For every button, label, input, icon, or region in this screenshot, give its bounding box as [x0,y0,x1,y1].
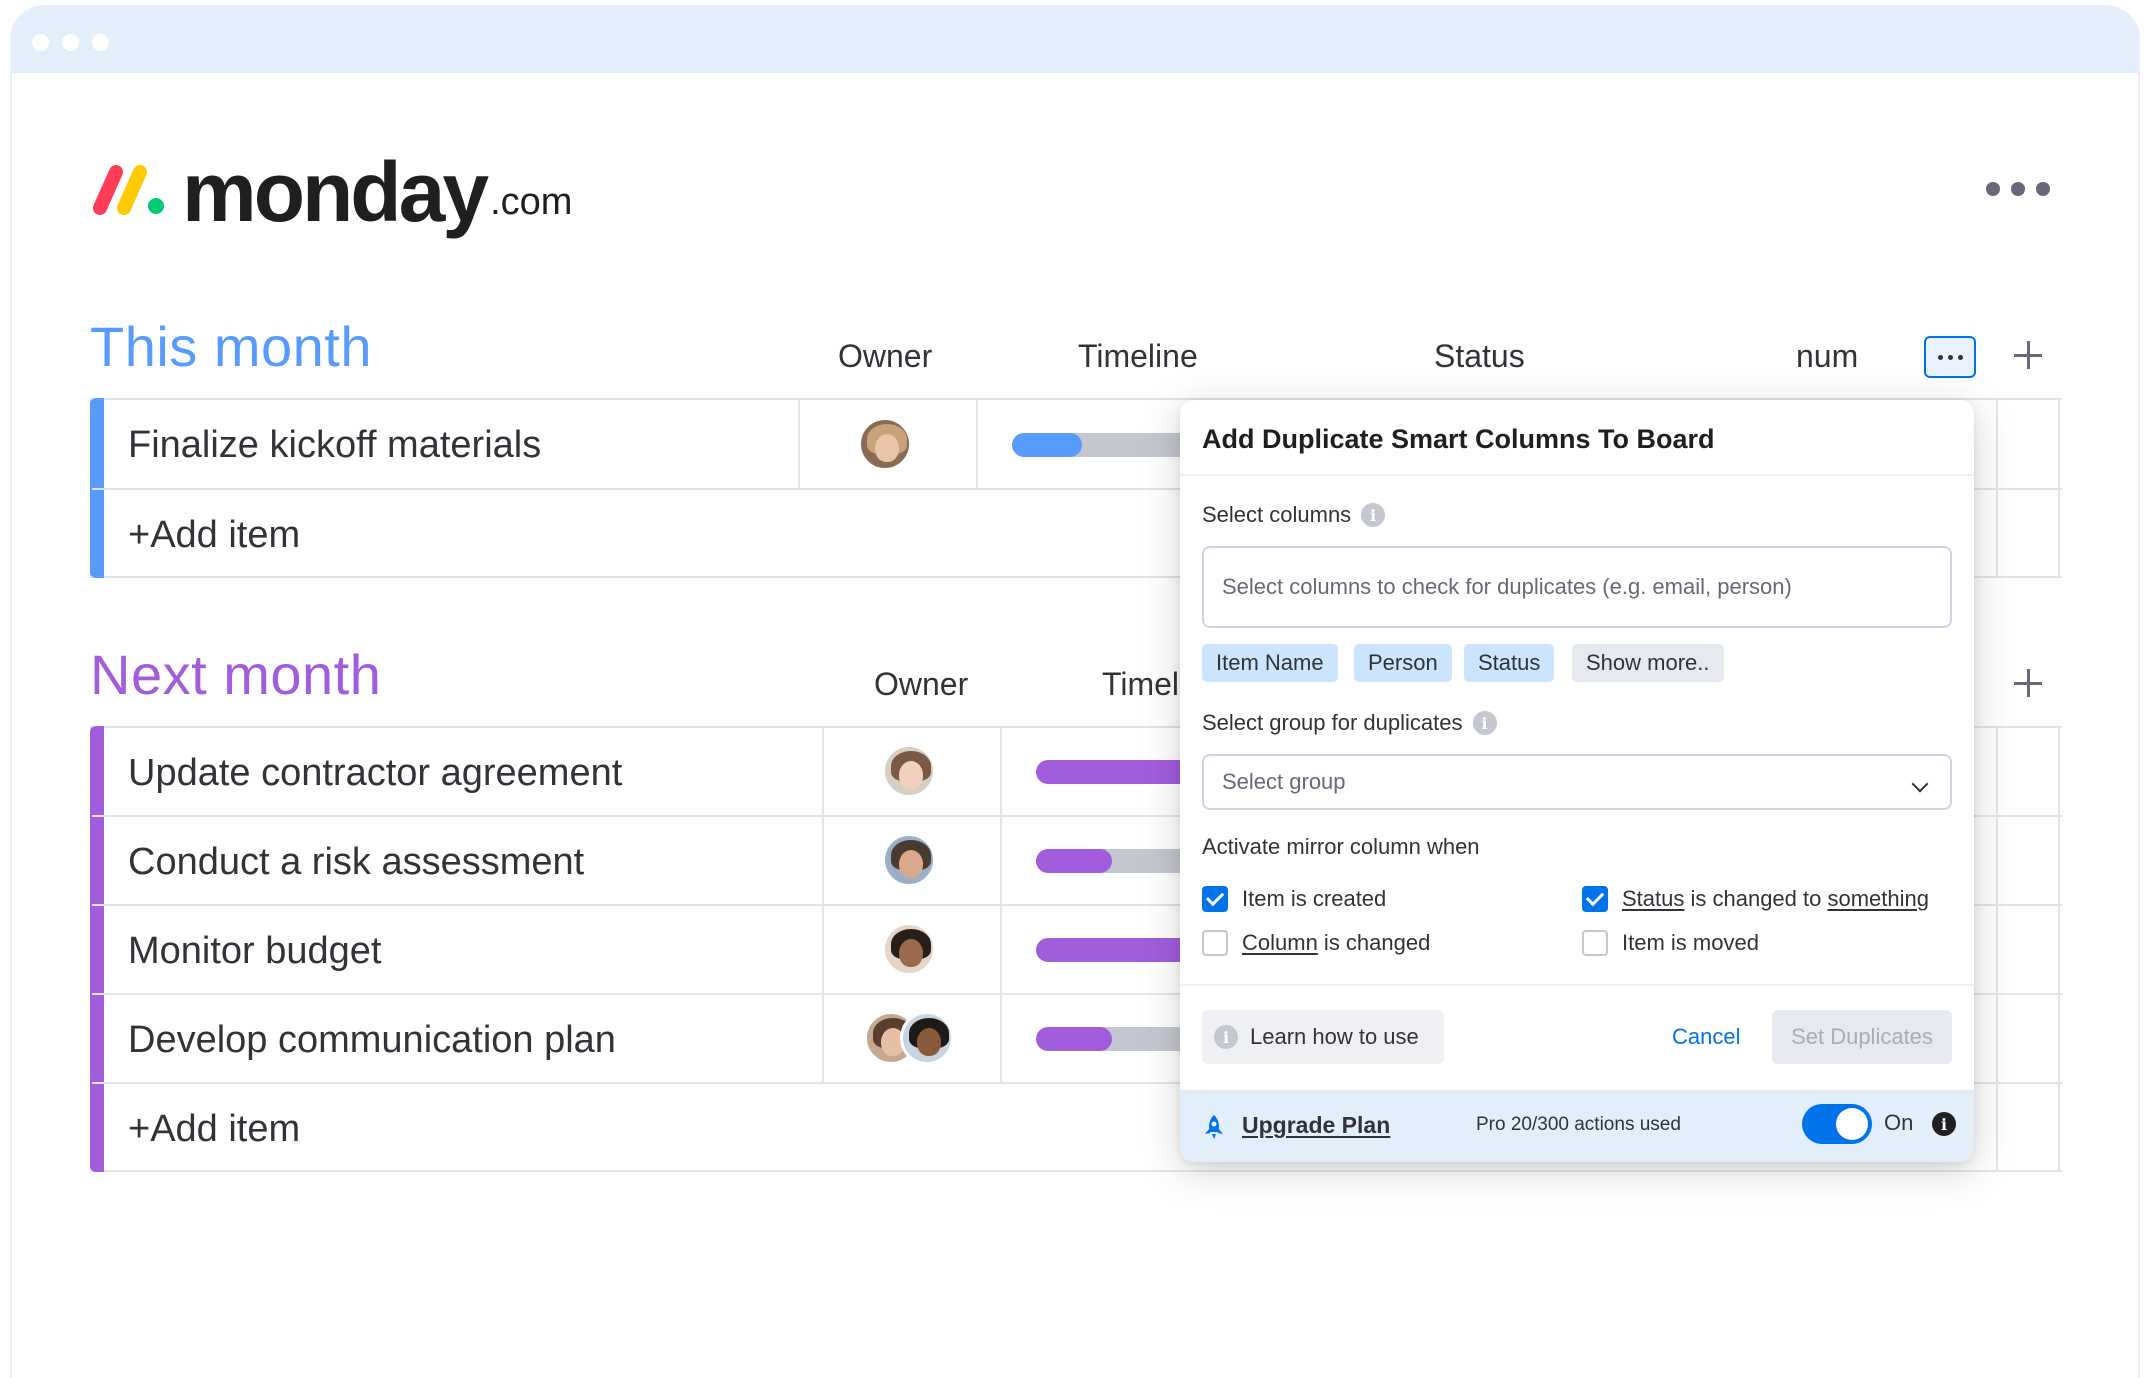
checkbox-status-changed[interactable] [1582,886,1608,912]
browser-titlebar [12,7,2138,73]
chip-person[interactable]: Person [1354,644,1452,682]
usage-text: Pro 20/300 actions used [1476,1114,1681,1135]
window-dot[interactable] [62,34,79,51]
timeline-fill [1036,849,1112,873]
column-header-owner[interactable]: Owner [874,666,968,703]
timeline-fill [1012,433,1082,457]
select-group-label: Select group for duplicates i [1202,710,1497,736]
activate-label: Activate mirror column when [1202,834,1480,859]
window-dot[interactable] [92,34,109,51]
group-title-next-month[interactable]: Next month [90,642,381,707]
dialog-title: Add Duplicate Smart Columns To Board [1202,424,1715,454]
chevron-down-icon [1911,775,1929,793]
toggle-label: On [1884,1110,1914,1135]
label-item-moved: Item is moved [1622,930,1759,955]
window-dot[interactable] [32,34,49,51]
item-name[interactable]: Develop communication plan [128,1019,616,1062]
checkbox-item-created[interactable] [1202,886,1228,912]
owner-avatar[interactable] [882,744,936,798]
column-menu-button[interactable] [1924,336,1976,378]
info-icon[interactable]: i [1361,503,1386,527]
upgrade-plan-link[interactable]: Upgrade Plan [1242,1112,1390,1139]
duplicate-columns-dialog: Add Duplicate Smart Columns To Board Sel… [1180,400,1974,1162]
rocket-icon [1205,1115,1223,1139]
dialog-footer: Upgrade Plan Pro 20/300 actions used On … [1180,1090,1974,1162]
item-name[interactable]: Conduct a risk assessment [128,841,584,884]
info-icon[interactable]: i [1932,1112,1956,1136]
table-end-cell [1996,726,2060,1172]
learn-button-label: Learn how to use [1250,1024,1419,1049]
logo-suffix: .com [490,181,573,223]
status-link[interactable]: Status [1622,886,1684,911]
timeline-fill [1036,1027,1112,1051]
column-changed-text: is changed [1317,930,1431,955]
column-header-timeline[interactable]: Timel [1102,666,1179,703]
table-end-cell [1996,398,2060,578]
logo-wordmark: monday [182,145,489,239]
select-group-label-text: Select group for duplicates [1202,710,1463,735]
owner-avatar[interactable] [900,1011,954,1065]
set-duplicates-button[interactable]: Set Duplicates [1772,1010,1952,1064]
add-column-icon[interactable] [2008,663,2048,703]
select-columns-input[interactable]: Select columns to check for duplicates (… [1202,546,1952,628]
chip-show-more[interactable]: Show more.. [1572,644,1724,682]
info-icon: i [1214,1025,1238,1049]
select-group-dropdown[interactable]: Select group [1202,754,1952,810]
checkbox-item-moved[interactable] [1582,930,1608,956]
select-columns-placeholder: Select columns to check for duplicates (… [1222,574,1792,599]
on-toggle[interactable] [1802,1104,1872,1144]
chip-item-name[interactable]: Item Name [1202,644,1338,682]
owner-avatar[interactable] [858,417,912,471]
label-column-changed: Column is changed [1242,930,1430,956]
select-columns-label-text: Select columns [1202,502,1352,527]
item-name[interactable]: Finalize kickoff materials [128,424,541,467]
status-changed-text: is changed to [1684,886,1828,911]
owner-avatar[interactable] [882,922,936,976]
owner-avatar[interactable] [882,833,936,887]
add-column-icon[interactable] [2008,335,2048,375]
select-columns-label: Select columns i [1202,502,1386,528]
column-header-num[interactable]: num [1796,338,1858,375]
column-header-owner[interactable]: Owner [838,338,932,375]
select-group-placeholder: Select group [1222,769,1346,794]
checkbox-column-changed[interactable] [1202,930,1228,956]
item-name[interactable]: Update contractor agreement [128,752,622,795]
monday-logo-icon [93,165,164,215]
more-options-icon[interactable] [1986,182,2050,196]
monday-logo: monday .com [90,144,572,234]
add-item-button[interactable]: +Add item [128,1108,300,1151]
something-link[interactable]: something [1827,886,1929,911]
label-item-created: Item is created [1242,886,1387,911]
timeline-fill [1036,938,1192,962]
column-link[interactable]: Column [1242,930,1318,955]
group-title-this-month[interactable]: This month [90,314,372,379]
add-item-button[interactable]: +Add item [128,514,300,557]
chip-status[interactable]: Status [1464,644,1555,682]
item-name[interactable]: Monitor budget [128,930,382,973]
info-icon[interactable]: i [1472,711,1497,735]
column-header-timeline[interactable]: Timeline [1078,338,1198,375]
column-header-status[interactable]: Status [1434,338,1525,375]
label-status-changed: Status is changed to something [1622,886,1929,912]
cancel-button[interactable]: Cancel [1672,1010,1740,1064]
learn-how-to-use-button[interactable]: i Learn how to use [1202,1010,1444,1064]
